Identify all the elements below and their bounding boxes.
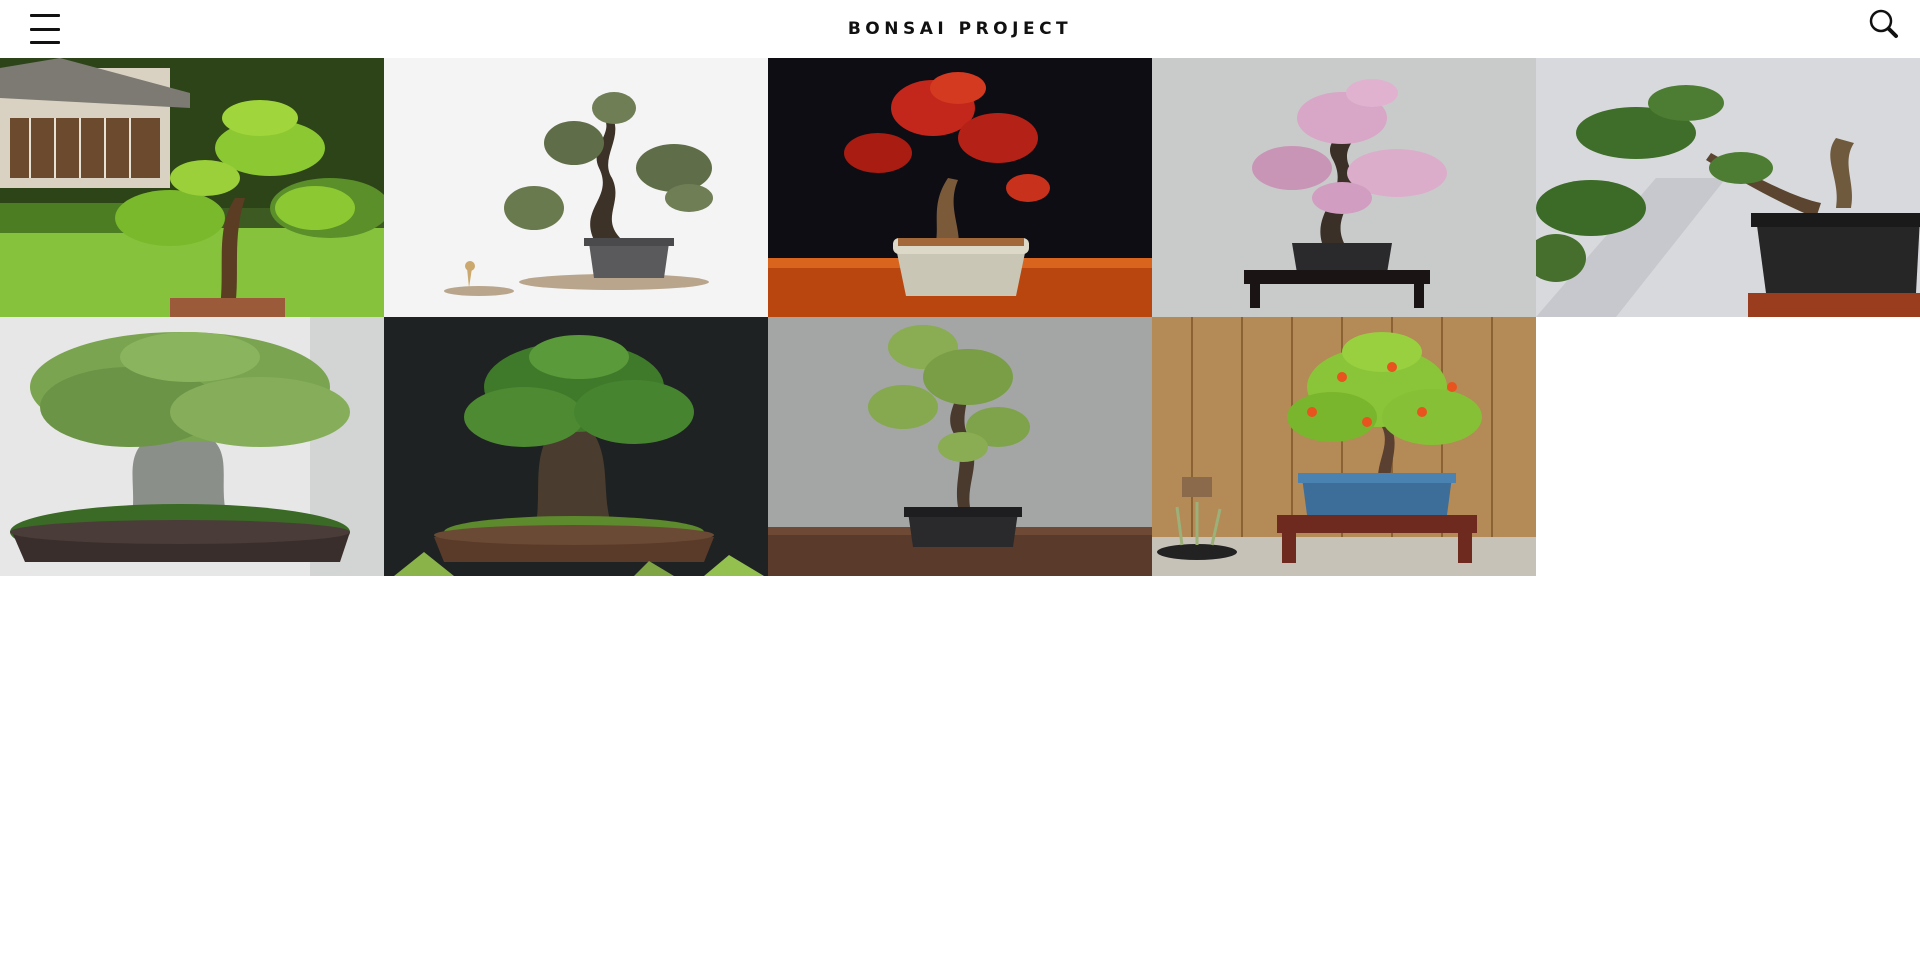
bonsai-photo [384, 58, 768, 317]
gallery-item[interactable] [1152, 317, 1536, 576]
bonsai-gallery [0, 58, 1920, 576]
gallery-item[interactable] [0, 58, 384, 317]
site-title[interactable]: BONSAI PROJECT [0, 19, 1920, 39]
bonsai-photo [1152, 317, 1536, 576]
bonsai-photo [1152, 58, 1536, 317]
bonsai-photo [0, 58, 384, 317]
gallery-item[interactable] [384, 317, 768, 576]
bonsai-photo [768, 317, 1152, 576]
gallery-item[interactable] [768, 58, 1152, 317]
gallery-item[interactable] [0, 317, 384, 576]
top-bar: BONSAI PROJECT [0, 0, 1920, 58]
gallery-item[interactable] [1536, 58, 1920, 317]
gallery-item[interactable] [384, 58, 768, 317]
gallery-item[interactable] [1152, 58, 1536, 317]
bonsai-photo [1536, 58, 1920, 317]
bonsai-photo [0, 317, 384, 576]
bonsai-photo [768, 58, 1152, 317]
bonsai-photo [384, 317, 768, 576]
search-icon[interactable] [1868, 8, 1900, 40]
gallery-item[interactable] [768, 317, 1152, 576]
